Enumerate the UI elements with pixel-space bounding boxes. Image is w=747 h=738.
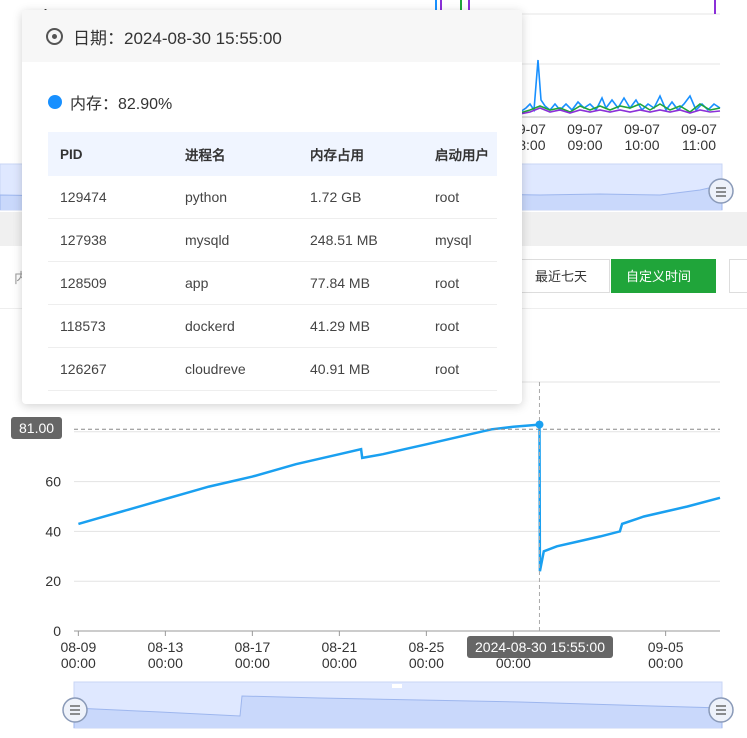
process-table: PID 进程名 内存占用 启动用户 129474 python 1.72 GB … [48,132,497,391]
x-tick-label: 00:00 [61,655,96,671]
y-tick-label: 60 [45,474,61,490]
last-seven-days-button[interactable]: 最近七天 [520,259,610,293]
memory-usage-cell: 41.29 MB [298,304,423,348]
pid-cell: 118573 [48,304,173,348]
x-tick-label: 08-09 [60,639,96,655]
pid-cell: 127938 [48,218,173,262]
table-row: 128509 app 77.84 MB root [48,261,497,305]
crosshair-x-label: 2024-08-30 15:55:00 [467,636,613,658]
top-x-tick-label: 09-07 [567,121,603,137]
x-tick-label: 00:00 [322,655,357,671]
top-x-tick-label: 09-07 [624,121,660,137]
table-row: 127938 mysqld 248.51 MB mysql [48,218,497,262]
process-name-cell: python [173,176,298,219]
tooltip-metric: 内存：82.90% [48,90,172,114]
memory-usage-cell: 40.91 MB [298,347,423,391]
column-header: PID [48,132,173,176]
process-name-cell: dockerd [173,304,298,348]
top-x-tick-label: 09:00 [567,137,602,153]
top-x-tick-label: 09-07 [681,121,717,137]
process-name-cell: app [173,261,298,305]
memory-usage-cell: 248.51 MB [298,218,423,262]
tooltip-metric-value: 内存：82.90% [70,96,173,113]
user-cell: mysql [423,218,497,262]
table-row: 129474 python 1.72 GB root [48,176,497,219]
top-x-ticks: 09-0708:0009-0709:0009-0710:0009-0711:00 [510,121,717,153]
y-tick-label: 40 [45,523,61,539]
x-tick-label: 08-13 [147,639,183,655]
memory-series-line [78,423,721,572]
y-grid [74,381,720,632]
user-cell: root [423,347,497,391]
x-tick-label: 08-25 [408,639,444,655]
process-tooltip: 日期：2024-08-30 15:55:00 内存：82.90% PID 进程名… [22,10,522,404]
user-cell: root [423,304,497,348]
column-header: 启动用户 [423,132,497,176]
x-tick-label: 08-17 [234,639,270,655]
user-cell: root [423,261,497,305]
table-row: 118573 dockerd 41.29 MB root [48,304,497,348]
x-tick-label: 00:00 [648,655,683,671]
x-tick-label: 00:00 [235,655,270,671]
top-datazoom-handle[interactable] [708,178,734,204]
top-x-tick-label: 10:00 [624,137,659,153]
process-name-cell: cloudreve [173,347,298,391]
custom-time-button[interactable]: 自定义时间 [611,259,716,293]
x-tick-label: 09-05 [648,639,684,655]
y-tick-label: 20 [45,573,61,589]
series-dot-icon [48,95,62,109]
x-tick-label: 00:00 [409,655,444,671]
tooltip-header: 日期：2024-08-30 15:55:00 [22,10,522,62]
date-picker-button[interactable] [729,259,747,293]
user-cell: root [423,176,497,219]
pid-cell: 129474 [48,176,173,219]
process-name-cell: mysqld [173,218,298,262]
crosshair-point [535,420,544,429]
top-x-tick-label: 11:00 [682,137,716,153]
y-ticks: 020406080100 [38,374,62,639]
datazoom-center-grip[interactable] [392,684,402,688]
column-header: 内存占用 [298,132,423,176]
y-tick-label: 0 [53,623,61,639]
memory-usage-cell: 77.84 MB [298,261,423,305]
tooltip-date: 日期：2024-08-30 15:55:00 [73,28,282,48]
crosshair-y-label: 81.00 [11,417,63,439]
x-tick-label: 08-21 [321,639,357,655]
pid-cell: 128509 [48,261,173,305]
process-table-header: PID 进程名 内存占用 启动用户 [48,132,497,176]
clock-icon [46,27,63,45]
table-row: 126267 cloudreve 40.91 MB root [48,347,497,391]
memory-usage-cell: 1.72 GB [298,176,423,219]
top-series-blue [519,59,721,113]
column-header: 进程名 [173,132,298,176]
x-tick-label: 00:00 [148,655,183,671]
pid-cell: 126267 [48,347,173,391]
